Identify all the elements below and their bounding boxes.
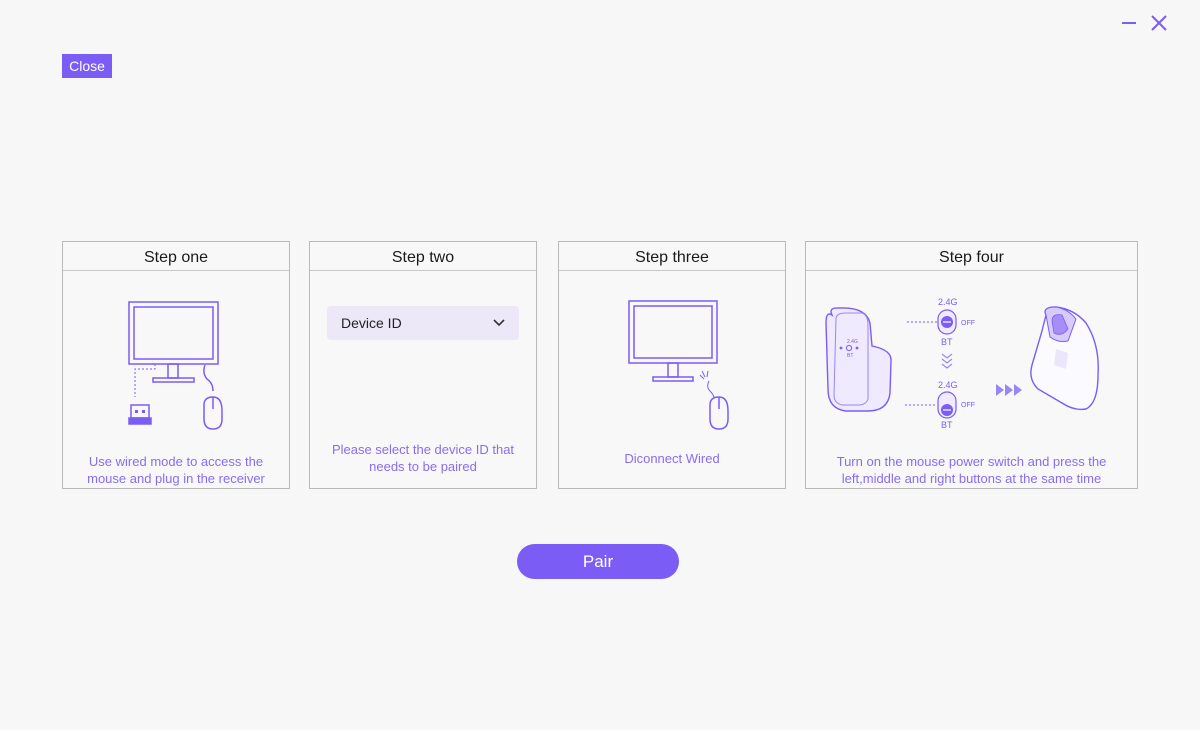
minimize-icon [1122,22,1136,24]
mouse-bottom-icon [825,307,892,412]
minimize-button[interactable] [1118,12,1140,34]
svg-text:2.4G: 2.4G [938,297,958,307]
device-id-select[interactable]: Device ID [327,306,519,340]
step-four-card: Step four 2.4G BT 2.4G BT OFF 2.4G BT OF… [805,241,1138,489]
svg-text:BT: BT [941,337,953,347]
step-one-card: Step one Use wired mode to access the mo… [62,241,290,489]
step-three-illustration [559,271,785,446]
svg-text:OFF: OFF [961,402,975,409]
window-close-button[interactable] [1148,12,1170,34]
svg-text:2.4G: 2.4G [938,380,958,390]
monitor-receiver-mouse-icon [128,301,223,430]
mouse-pairing-switch-icon: 2.4G BT 2.4G BT OFF 2.4G BT OFF [825,297,1099,430]
step-three-description: Diconnect Wired [624,451,720,466]
step-two-title: Step two [310,242,536,271]
step-four-title: Step four [806,242,1137,271]
svg-text:2.4G: 2.4G [847,339,858,345]
step-two-card: Step two Device ID Please select the dev… [309,241,537,489]
step-one-title: Step one [63,242,289,271]
step-one-illustration [63,271,289,446]
step-three-card: Step three Diconnect Wired [558,241,786,489]
step-three-title: Step three [559,242,785,271]
device-id-select-value: Device ID [341,315,402,331]
svg-text:BT: BT [847,353,853,359]
svg-text:OFF: OFF [961,320,975,327]
step-four-illustration: 2.4G BT 2.4G BT OFF 2.4G BT OFF [806,271,1137,446]
step-one-description: Use wired mode to access the mouse and p… [87,454,265,486]
close-button[interactable]: Close [62,54,112,78]
close-x-icon [1151,15,1167,31]
monitor-unplug-icon [628,300,729,430]
chevron-down-icon [493,319,505,327]
step-four-description: Turn on the mouse power switch and press… [836,454,1107,486]
mouse-top-icon [1030,306,1099,411]
pair-button[interactable]: Pair [517,544,679,579]
step-two-description: Please select the device ID that needs t… [331,442,515,474]
svg-text:BT: BT [941,420,953,430]
